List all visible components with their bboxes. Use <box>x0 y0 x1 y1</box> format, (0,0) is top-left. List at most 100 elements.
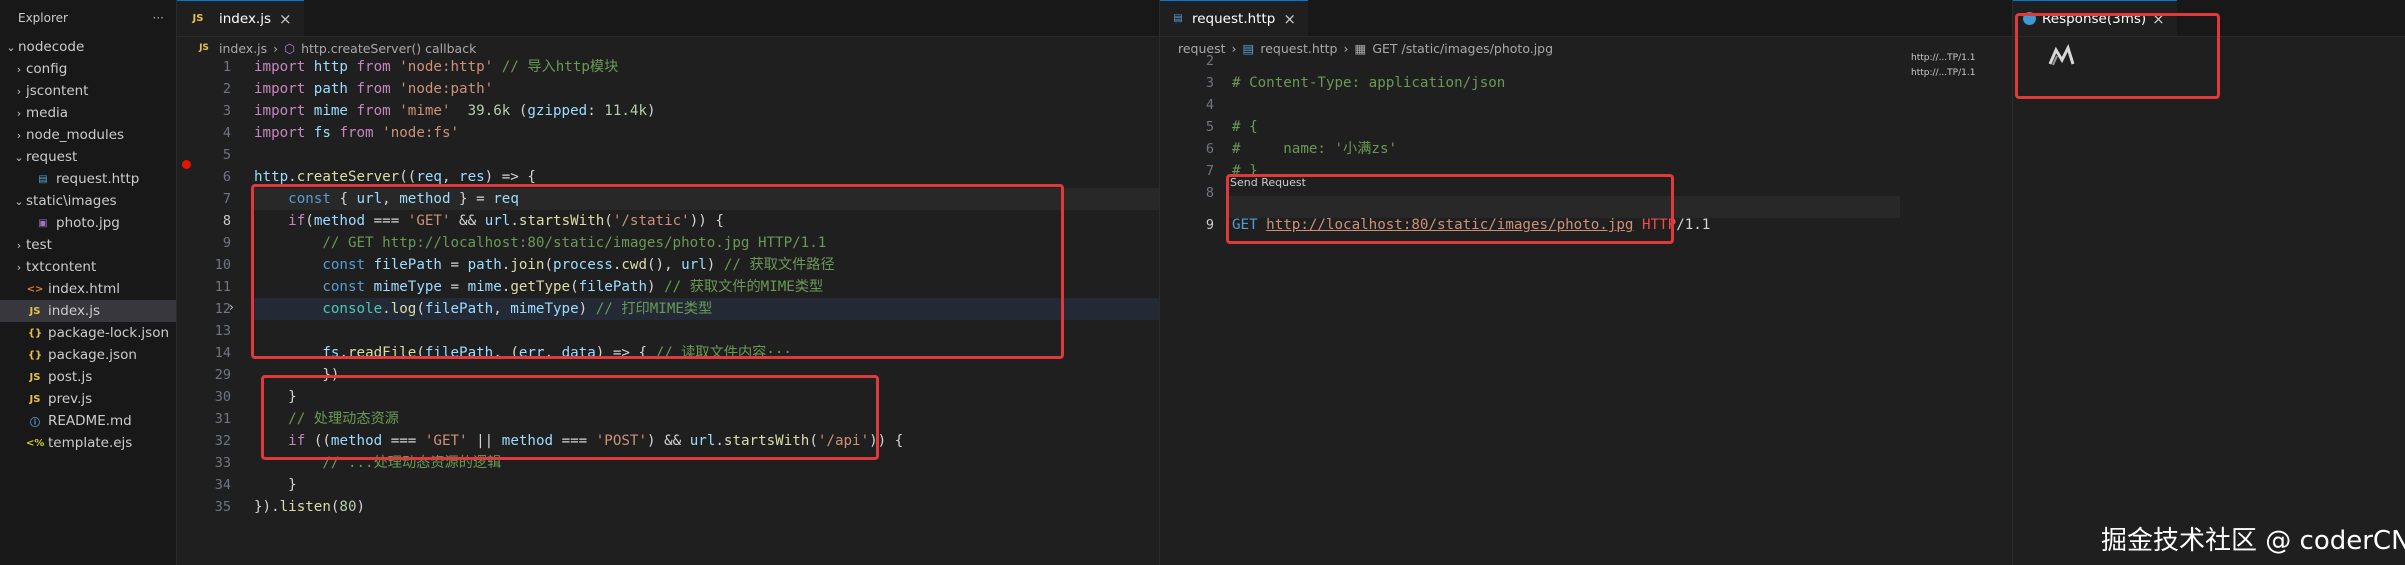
line-number: 7 <box>1205 163 1214 179</box>
line-number: 35 <box>214 499 231 515</box>
file-type-icon: ▣ <box>38 217 48 229</box>
tree-item-static-images[interactable]: ⌄ static\images <box>0 190 176 212</box>
tree-item-txtcontent[interactable]: › txtcontent <box>0 256 176 278</box>
tab-request-http[interactable]: ▤ request.http × <box>1160 0 1308 36</box>
tab-label: request.http <box>1192 10 1276 27</box>
tree-item-node-modules[interactable]: › node_modules <box>0 124 176 146</box>
js-file-icon: JS <box>199 43 209 53</box>
tree-item-label: jscontent <box>26 83 89 99</box>
code-text: # { <box>1232 119 1258 135</box>
editor-tabbar: ▤ request.http × <box>1160 0 2012 37</box>
file-type-icon: JS <box>29 393 41 405</box>
line-number: 9 <box>222 235 231 251</box>
line-number: 3 <box>1205 75 1214 91</box>
highlight-box-static-handler <box>251 184 1064 359</box>
tree-item-label: package.json <box>48 347 137 363</box>
tree-item-request-http[interactable]: ▤ request.http <box>0 168 176 190</box>
code-line[interactable]: 3 # Content-Type: application/json <box>1160 72 2012 94</box>
tree-item-label: request <box>26 149 78 165</box>
line-number: 11 <box>214 279 231 295</box>
tree-item-readme-md[interactable]: ⓘ README.md <box>0 410 176 432</box>
line-number: 4 <box>1205 97 1214 113</box>
code-text: import fs from 'node:fs' <box>254 125 460 141</box>
chevron-down-icon: ⌄ <box>14 150 24 164</box>
line-number: 5 <box>222 147 231 163</box>
tree-item-media[interactable]: › media <box>0 102 176 124</box>
tree-root-label: nodecode <box>18 39 85 55</box>
close-icon[interactable]: × <box>279 10 292 28</box>
line-number: 4 <box>222 125 231 141</box>
line-number: 5 <box>1205 119 1214 135</box>
minimap-line: http://...TP/1.1 <box>1911 68 1976 78</box>
tree-item-label: static\images <box>26 193 117 209</box>
breadcrumb-symbol[interactable]: http.createServer() callback <box>301 41 476 56</box>
tree-item-prev-js[interactable]: JS prev.js <box>0 388 176 410</box>
tree-item-label: test <box>26 237 52 253</box>
code-line[interactable]: 2 import path from 'node:path' <box>177 78 1307 100</box>
line-number: 1 <box>222 59 231 75</box>
code-line[interactable]: 4 import fs from 'node:fs' <box>177 122 1307 144</box>
code-line[interactable]: 5 # { <box>1160 116 2012 138</box>
code-line[interactable]: 34 } <box>177 474 1307 496</box>
tree-item-label: config <box>26 61 68 77</box>
js-file-icon: JS <box>192 13 204 24</box>
breadcrumb-file[interactable]: index.js <box>219 41 267 56</box>
minimap-line: http://...TP/1.1 <box>1911 53 1976 63</box>
file-type-icon: <% <box>26 437 45 449</box>
tree-item-label: txtcontent <box>26 259 97 275</box>
tree-item-label: post.js <box>48 369 93 385</box>
file-type-icon: <> <box>26 283 44 295</box>
chevron-right-icon: › <box>16 62 22 76</box>
explorer-sidebar: Explorer ··· ⌄ nodecode › config › jsconten… <box>0 0 177 565</box>
file-type-icon: {} <box>27 327 43 339</box>
code-line[interactable]: 1 import http from 'node:http' // 导入http模… <box>177 56 1307 78</box>
tree-item-post-js[interactable]: JS post.js <box>0 366 176 388</box>
code-text: import mime from 'mime' 39.6k (gzipped: … <box>254 103 656 119</box>
tree-item-index-js[interactable]: JS index.js <box>0 300 176 322</box>
tree-item-package-json[interactable]: {} package.json <box>0 344 176 366</box>
line-number: 31 <box>214 411 231 427</box>
editor-index-js: JS index.js × ▷ ⊛ ◫ ··· JS index.js › ⬡ … <box>177 0 1307 565</box>
tree-item-package-lock-json[interactable]: {} package-lock.json <box>0 322 176 344</box>
tree-item-label: media <box>26 105 69 121</box>
tree-item-request[interactable]: ⌄ request <box>0 146 176 168</box>
editor-request-http: ▤ request.http × request › ▤ request.htt… <box>1160 0 2012 565</box>
code-line[interactable]: 3 import mime from 'mime' 39.6k (gzipped:… <box>177 100 1307 122</box>
tree-item-photo-jpg[interactable]: ▣ photo.jpg <box>0 212 176 234</box>
line-number: 7 <box>222 191 231 207</box>
code-line[interactable]: 2 <box>1160 50 2012 72</box>
code-text: } <box>288 477 297 493</box>
explorer-title: Explorer <box>18 11 68 25</box>
close-icon[interactable]: × <box>1283 10 1296 28</box>
line-number: 13 <box>214 323 231 339</box>
tree-item-config[interactable]: › config <box>0 58 176 80</box>
tree-item-index-html[interactable]: <> index.html <box>0 278 176 300</box>
function-symbol-icon: ⬡ <box>284 40 296 56</box>
chevron-right-icon: › <box>16 128 22 142</box>
response-pane: Response(3ms) × 掘金技术社区 @ coderCN <box>2012 0 2405 565</box>
tab-label: index.js <box>219 10 272 27</box>
file-type-icon: JS <box>29 371 41 383</box>
tree-item-test[interactable]: › test <box>0 234 176 256</box>
code-line[interactable]: 4 <box>1160 94 2012 116</box>
line-number: 12 <box>214 301 231 317</box>
http-file-icon: ▤ <box>1173 13 1183 24</box>
line-number: 6 <box>222 169 231 185</box>
chevron-down-icon: ⌄ <box>14 194 24 208</box>
code-line[interactable]: 35}).listen(80) <box>177 496 1307 518</box>
tree-item-label: request.http <box>56 171 140 187</box>
code-text: import path from 'node:path' <box>254 81 494 97</box>
line-number: 30 <box>214 389 231 405</box>
line-number: 6 <box>1205 141 1214 157</box>
code-line[interactable]: 6 # name: '小满zs' <box>1160 138 2012 160</box>
tree-item-jscontent[interactable]: › jscontent <box>0 80 176 102</box>
tree-item-template-ejs[interactable]: <% template.ejs <box>0 432 176 454</box>
explorer-more-icon[interactable]: ··· <box>153 11 164 25</box>
highlight-box-dynamic-handler <box>261 375 879 460</box>
tree-root[interactable]: ⌄ nodecode <box>0 36 176 58</box>
line-number: 14 <box>214 345 231 361</box>
tab-index-js[interactable]: JS index.js × <box>177 0 304 36</box>
chevron-right-icon: › <box>16 84 22 98</box>
code-text: # name: '小满zs' <box>1232 141 1398 157</box>
code-line[interactable]: 5 <box>177 144 1307 166</box>
